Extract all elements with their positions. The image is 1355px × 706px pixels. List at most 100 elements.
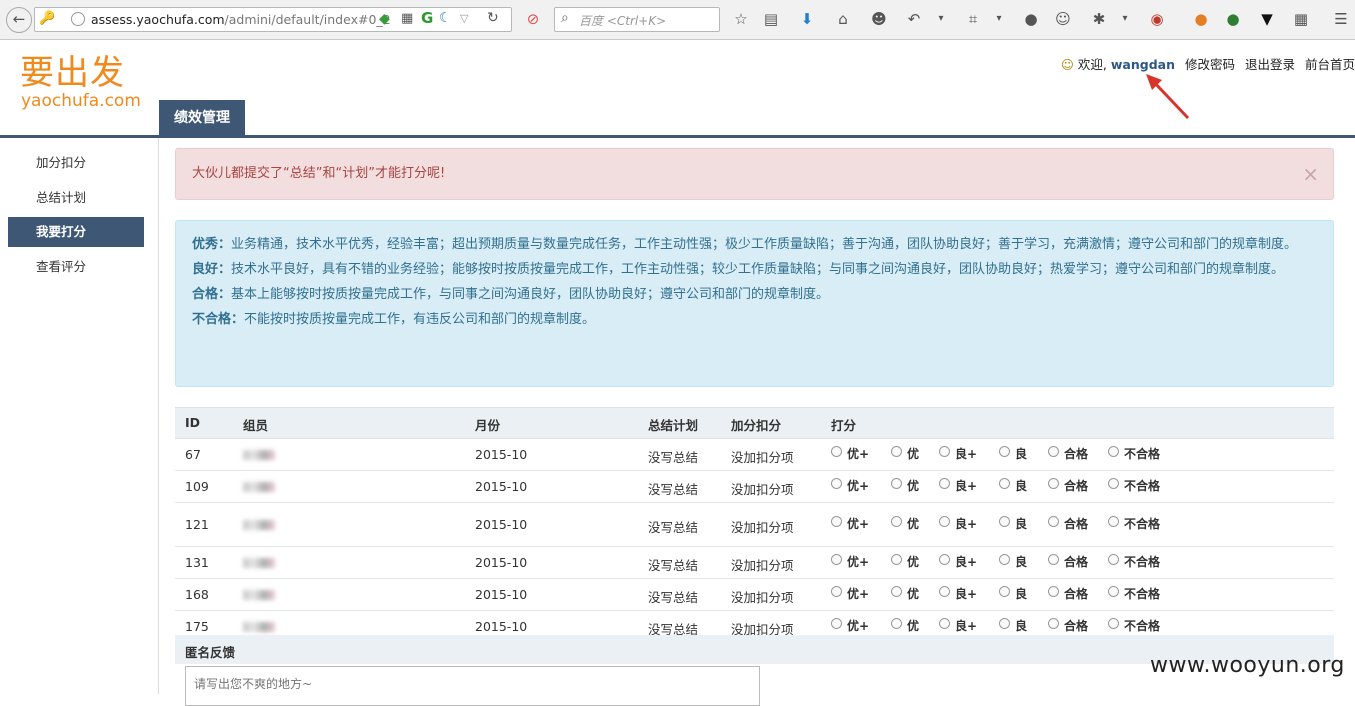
rating-radio[interactable] [939,516,950,527]
rating-radio[interactable] [891,516,902,527]
rating-radio[interactable] [1108,554,1119,565]
rating-label[interactable]: 良 [1015,553,1027,570]
rating-label[interactable]: 优 [907,585,919,602]
url-bar[interactable]: 🔑 assess.yaochufa.com/admini/default/ind… [34,7,512,32]
change-password-link[interactable]: 修改密码 [1185,57,1235,72]
tab-performance-management[interactable]: 绩效管理 [159,100,245,135]
rating-label[interactable]: 不合格 [1124,477,1160,494]
rating-radio[interactable] [831,618,842,629]
rating-radio[interactable] [891,478,902,489]
rating-label[interactable]: 不合格 [1124,617,1160,634]
rating-label[interactable]: 良+ [955,515,977,532]
rating-label[interactable]: 优 [907,553,919,570]
rating-radio[interactable] [831,554,842,565]
dropdown-icon[interactable]: ▽ [460,12,468,25]
back-icon[interactable]: ← [6,7,32,33]
rating-radio[interactable] [1108,516,1119,527]
rating-radio[interactable] [1048,554,1059,565]
bug-icon[interactable]: ✱ [1088,8,1110,30]
sidebar-item-bonus[interactable]: 加分扣分 [8,148,144,178]
rating-radio[interactable] [831,586,842,597]
rating-label[interactable]: 优+ [847,553,869,570]
reading-list-icon[interactable]: ▤ [760,8,782,30]
home-icon[interactable]: ⌂ [832,8,854,30]
reload-icon[interactable]: ↻ [487,10,499,26]
rating-radio[interactable] [891,586,902,597]
rating-label[interactable]: 优+ [847,477,869,494]
green-addon-icon[interactable]: ● [1222,8,1244,30]
feedback-input[interactable] [192,676,756,692]
hamburger-menu-icon[interactable]: ☰ [1330,8,1352,30]
rating-label[interactable]: 合格 [1064,477,1088,494]
rating-label[interactable]: 优+ [847,445,869,462]
rating-radio[interactable] [1108,446,1119,457]
rating-label[interactable]: 优+ [847,515,869,532]
rating-radio[interactable] [831,446,842,457]
rating-radio[interactable] [891,446,902,457]
qrcode-icon[interactable]: ▦ [401,11,413,26]
firefox-icon[interactable]: ● [1190,8,1212,30]
rating-label[interactable]: 优 [907,477,919,494]
front-home-link[interactable]: 前台首页 [1305,57,1355,72]
adblock-icon[interactable]: ⊘ [522,8,544,30]
fox-icon[interactable]: ◉ [1146,8,1168,30]
rating-label[interactable]: 合格 [1064,617,1088,634]
logo-english[interactable]: yaochufa.com [21,91,141,111]
download-icon[interactable]: ⬇ [796,8,818,30]
crop-icon[interactable]: ⌗ [962,8,984,30]
translate-icon[interactable]: ☾ [439,10,452,26]
search-bar[interactable]: ⌕ 百度 <Ctrl+K> [554,7,720,32]
rating-label[interactable]: 不合格 [1124,585,1160,602]
bookmark-star-icon[interactable]: ☆ [730,8,752,30]
face-icon[interactable]: ☺ [1052,8,1074,30]
rating-radio[interactable] [891,618,902,629]
rating-radio[interactable] [1048,478,1059,489]
rating-radio[interactable] [891,554,902,565]
rating-radio[interactable] [939,478,950,489]
sidebar-item-summary-plan[interactable]: 总结计划 [8,183,144,213]
rating-radio[interactable] [939,446,950,457]
url-text[interactable]: assess.yaochufa.com/admini/default/index… [91,12,391,27]
comment-icon[interactable]: ● [1020,8,1042,30]
rating-radio[interactable] [939,618,950,629]
rating-radio[interactable] [999,554,1010,565]
rating-radio[interactable] [999,618,1010,629]
rating-label[interactable]: 良 [1015,585,1027,602]
rating-label[interactable]: 良+ [955,585,977,602]
rating-label[interactable]: 良 [1015,617,1027,634]
rating-radio[interactable] [1108,586,1119,597]
rating-radio[interactable] [999,446,1010,457]
rating-radio[interactable] [999,478,1010,489]
rating-label[interactable]: 合格 [1064,515,1088,532]
rating-radio[interactable] [999,586,1010,597]
rating-radio[interactable] [831,516,842,527]
sidebar-item-view-ratings[interactable]: 查看评分 [8,252,144,282]
rating-label[interactable]: 不合格 [1124,445,1160,462]
crop-dropdown-icon[interactable]: ▾ [988,8,1010,30]
rating-radio[interactable] [831,478,842,489]
rating-radio[interactable] [1048,618,1059,629]
rating-label[interactable]: 优+ [847,617,869,634]
rating-label[interactable]: 不合格 [1124,515,1160,532]
g-icon[interactable]: G [421,9,433,27]
rating-label[interactable]: 良 [1015,477,1027,494]
rating-radio[interactable] [999,516,1010,527]
rating-radio[interactable] [1048,516,1059,527]
rating-radio[interactable] [939,554,950,565]
shield-addon-icon[interactable]: ▼ [1256,8,1278,30]
sidebar-item-rate[interactable]: 我要打分 [8,217,144,247]
feedback-input-box[interactable] [185,666,760,706]
rating-radio[interactable] [1108,478,1119,489]
logout-link[interactable]: 退出登录 [1245,57,1295,72]
rating-label[interactable]: 不合格 [1124,553,1160,570]
rating-label[interactable]: 合格 [1064,553,1088,570]
grid-icon[interactable]: ▦ [1290,8,1312,30]
rating-radio[interactable] [1108,618,1119,629]
rating-label[interactable]: 良+ [955,617,977,634]
undo-icon[interactable]: ↶ [903,8,925,30]
rating-label[interactable]: 良 [1015,515,1027,532]
rating-label[interactable]: 良+ [955,553,977,570]
rating-label[interactable]: 良 [1015,445,1027,462]
rating-radio[interactable] [939,586,950,597]
close-icon[interactable]: × [1302,149,1319,199]
